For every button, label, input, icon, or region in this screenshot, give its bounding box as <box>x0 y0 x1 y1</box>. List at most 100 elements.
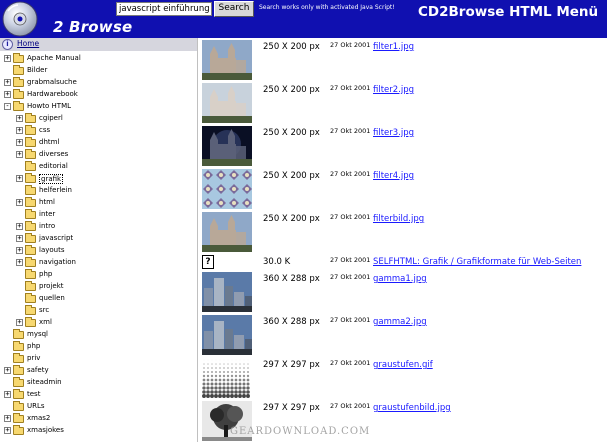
sidebar-item-label[interactable]: navigation <box>39 258 76 266</box>
sidebar-item-label[interactable]: editorial <box>39 162 68 170</box>
sidebar-item-label[interactable]: projekt <box>39 282 64 290</box>
sidebar-item-label[interactable]: css <box>39 126 50 134</box>
sidebar-item-label[interactable]: xmasjokes <box>27 426 64 434</box>
sidebar-item-label[interactable]: javascript <box>39 234 73 242</box>
unknown-file-icon[interactable]: ? <box>202 255 214 269</box>
file-link[interactable]: gamma1.jpg <box>373 274 427 284</box>
search-button[interactable]: Search <box>214 1 254 17</box>
sidebar-item-label[interactable]: quellen <box>39 294 65 302</box>
sidebar-item-label[interactable]: inter <box>39 210 55 218</box>
sidebar-item-label[interactable]: grafik <box>39 174 64 184</box>
sidebar-item-label[interactable]: html <box>39 198 55 206</box>
sidebar-item[interactable]: + html <box>0 197 197 209</box>
file-link[interactable]: graustufenbild.jpg <box>373 403 451 413</box>
expand-icon[interactable]: + <box>16 199 23 206</box>
sidebar-item-label[interactable]: grabmalsuche <box>27 78 77 86</box>
sidebar-item-label[interactable]: dhtml <box>39 138 59 146</box>
expand-icon[interactable]: + <box>4 79 11 86</box>
sidebar-item-label[interactable]: test <box>27 390 40 398</box>
sidebar-item[interactable]: + diverses <box>0 149 197 161</box>
sidebar-item[interactable]: mysql <box>0 329 197 341</box>
sidebar-item[interactable]: Bilder <box>0 65 197 77</box>
sidebar-item[interactable]: helferlein <box>0 185 197 197</box>
sidebar-item[interactable]: + Hardwarebook <box>0 89 197 101</box>
sidebar-item[interactable]: siteadmin <box>0 377 197 389</box>
expand-icon[interactable]: + <box>16 247 23 254</box>
file-link[interactable]: filterbild.jpg <box>373 214 424 224</box>
thumbnail-image[interactable] <box>202 83 252 123</box>
collapse-icon[interactable]: - <box>4 103 11 110</box>
sidebar-item-label[interactable]: priv <box>27 354 40 362</box>
sidebar-item-label[interactable]: mysql <box>27 330 48 338</box>
expand-icon[interactable]: + <box>4 427 11 434</box>
sidebar-item[interactable]: + intro <box>0 221 197 233</box>
sidebar-item[interactable]: + test <box>0 389 197 401</box>
expand-icon[interactable]: + <box>16 139 23 146</box>
expand-icon[interactable]: + <box>4 415 11 422</box>
home-link[interactable]: Home <box>17 39 39 48</box>
expand-icon[interactable]: + <box>16 115 23 122</box>
sidebar-item[interactable]: php <box>0 341 197 353</box>
sidebar-item[interactable]: quellen <box>0 293 197 305</box>
sidebar-item[interactable]: + javascript <box>0 233 197 245</box>
sidebar-item[interactable]: + Apache Manual <box>0 53 197 65</box>
thumbnail-image[interactable] <box>202 40 252 80</box>
file-link[interactable]: filter1.jpg <box>373 42 414 52</box>
sidebar-item-label[interactable]: intro <box>39 222 55 230</box>
file-link[interactable]: SELFHTML: Grafik / Grafikformate für Web… <box>373 257 581 267</box>
file-link[interactable]: filter4.jpg <box>373 171 414 181</box>
sidebar-item[interactable]: + css <box>0 125 197 137</box>
sidebar-item-label[interactable]: Bilder <box>27 66 47 74</box>
sidebar-item[interactable]: php <box>0 269 197 281</box>
sidebar-item[interactable]: + navigation <box>0 257 197 269</box>
thumbnail-image[interactable] <box>202 358 252 398</box>
expand-icon[interactable]: + <box>4 91 11 98</box>
thumbnail-image[interactable] <box>202 126 252 166</box>
sidebar-item[interactable]: + safety <box>0 365 197 377</box>
expand-icon[interactable]: + <box>16 151 23 158</box>
sidebar-item[interactable]: + grafik <box>0 173 197 185</box>
sidebar-item-label[interactable]: xml <box>39 318 52 326</box>
sidebar-item-label[interactable]: cgiperl <box>39 114 63 122</box>
sidebar-item-label[interactable]: src <box>39 306 49 314</box>
sidebar-item[interactable]: + xml <box>0 317 197 329</box>
thumbnail-image[interactable] <box>202 169 252 209</box>
sidebar-item-label[interactable]: diverses <box>39 150 68 158</box>
sidebar-item[interactable]: - Howto HTML <box>0 101 197 113</box>
thumbnail-image[interactable] <box>202 315 252 355</box>
thumbnail-image[interactable] <box>202 212 252 252</box>
sidebar-item-label[interactable]: safety <box>27 366 49 374</box>
expand-icon[interactable]: + <box>4 367 11 374</box>
sidebar-item-label[interactable]: URLs <box>27 402 45 410</box>
sidebar-item[interactable]: + layouts <box>0 245 197 257</box>
expand-icon[interactable]: + <box>16 223 23 230</box>
file-link[interactable]: filter2.jpg <box>373 85 414 95</box>
sidebar-item-label[interactable]: php <box>27 342 40 350</box>
sidebar-item[interactable]: + xmas2 <box>0 413 197 425</box>
sidebar-item-label[interactable]: Apache Manual <box>27 54 81 62</box>
sidebar-item[interactable]: + cgiperl <box>0 113 197 125</box>
sidebar-item[interactable]: editorial <box>0 161 197 173</box>
expand-icon[interactable]: + <box>4 55 11 62</box>
file-link[interactable]: graustufen.gif <box>373 360 433 370</box>
sidebar-item[interactable]: URLs <box>0 401 197 413</box>
expand-icon[interactable]: + <box>16 235 23 242</box>
file-link[interactable]: gamma2.jpg <box>373 317 427 327</box>
search-input[interactable] <box>116 2 212 16</box>
expand-icon[interactable]: + <box>16 259 23 266</box>
sidebar-item[interactable]: + dhtml <box>0 137 197 149</box>
sidebar-item[interactable]: + grabmalsuche <box>0 77 197 89</box>
sidebar-item-label[interactable]: xmas2 <box>27 414 50 422</box>
thumbnail-image[interactable] <box>202 272 252 312</box>
sidebar-item[interactable]: + xmasjokes <box>0 425 197 437</box>
expand-icon[interactable]: + <box>16 127 23 134</box>
sidebar-item-label[interactable]: Hardwarebook <box>27 90 78 98</box>
expand-icon[interactable]: + <box>16 175 23 182</box>
sidebar-item-label[interactable]: layouts <box>39 246 65 254</box>
file-link[interactable]: filter3.jpg <box>373 128 414 138</box>
expand-icon[interactable]: + <box>16 319 23 326</box>
sidebar-item[interactable]: inter <box>0 209 197 221</box>
sidebar-item-label[interactable]: siteadmin <box>27 378 62 386</box>
sidebar-item-label[interactable]: php <box>39 270 52 278</box>
sidebar-item-label[interactable]: helferlein <box>39 186 72 194</box>
